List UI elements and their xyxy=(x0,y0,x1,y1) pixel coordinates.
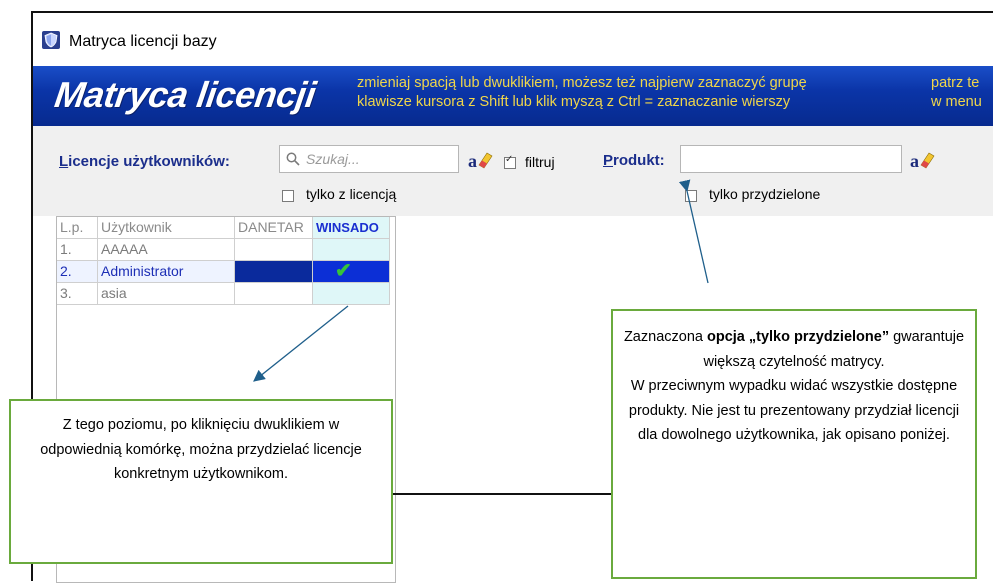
product-label-text: rodukt: xyxy=(613,152,665,169)
svg-text:a: a xyxy=(468,151,477,171)
hint-right-2: w menu xyxy=(931,94,982,110)
license-cell-winsado[interactable] xyxy=(313,283,390,305)
only-assigned-checkbox[interactable] xyxy=(685,190,697,202)
svg-text:a: a xyxy=(910,151,919,171)
callout-only-assigned-pre: Zaznaczona xyxy=(623,329,707,345)
window-title: Matryca licencji bazy xyxy=(69,33,217,50)
window-divider-line xyxy=(393,493,611,495)
license-cell-winsado[interactable]: ✔ xyxy=(313,261,390,283)
license-cell-danetar[interactable] xyxy=(235,239,313,261)
filter-label: filtruj xyxy=(525,154,555,170)
callout-only-assigned-bold: opcja „tylko przydzielone” xyxy=(706,329,890,345)
hint-right-1: patrz te xyxy=(931,75,980,91)
product-label-accesskey: P xyxy=(603,152,614,169)
search-placeholder: Szukaj... xyxy=(306,151,360,167)
licenses-label: Licencje użytkowników: xyxy=(59,153,230,170)
row-user[interactable]: AAAAA xyxy=(98,239,235,261)
row-user[interactable]: asia xyxy=(98,283,235,305)
license-cell-danetar[interactable] xyxy=(235,283,313,305)
hint-line-2: klawisze kursora z Shift lub klik myszą … xyxy=(357,94,791,110)
column-header-danetar[interactable]: DANETAR xyxy=(235,217,313,239)
only-assigned-label: tylko przydzielone xyxy=(709,186,821,202)
licenses-label-accesskey: L xyxy=(59,153,69,170)
row-lp[interactable]: 3. xyxy=(57,283,98,305)
filter-toolbar: Licencje użytkowników: Szukaj... a ✓ fil… xyxy=(33,126,993,216)
filter-checkmark-icon: ✓ xyxy=(505,154,514,165)
licenses-label-text: icencje użytkowników: xyxy=(68,153,230,170)
column-header-lp[interactable]: L.p. xyxy=(57,217,98,239)
row-lp[interactable]: 1. xyxy=(57,239,98,261)
product-label: Produkt: xyxy=(603,152,665,169)
row-lp[interactable]: 2. xyxy=(57,261,98,283)
column-header-winsado[interactable]: WINSADO xyxy=(313,217,390,239)
callout-matrix-hint: Z tego poziomu, po kliknięciu dwuklikiem… xyxy=(9,399,393,564)
checkmark-icon: ✔ xyxy=(335,261,352,282)
search-icon xyxy=(286,152,300,166)
clear-search-eraser-icon[interactable]: a xyxy=(467,147,493,173)
hint-line-1: zmieniaj spacją lub dwuklikiem, możesz t… xyxy=(357,75,807,91)
shield-icon xyxy=(42,31,60,49)
title-bar: Matryca licencji bazy xyxy=(33,13,993,65)
header-banner: Matryca licencji zmieniaj spacją lub dwu… xyxy=(33,66,993,126)
callout-only-assigned-post2: W przeciwnym wypadku widać wszystkie dos… xyxy=(628,378,960,443)
clear-product-eraser-icon[interactable]: a xyxy=(909,147,935,173)
column-header-user[interactable]: Użytkownik xyxy=(98,217,235,239)
only-licensed-label: tylko z licencją xyxy=(306,186,397,202)
callout-only-assigned: Zaznaczona opcja „tylko przydzielone” gw… xyxy=(611,309,977,579)
user-search-input[interactable]: Szukaj... xyxy=(279,145,459,173)
only-licensed-checkbox[interactable] xyxy=(282,190,294,202)
product-input[interactable] xyxy=(680,145,902,173)
row-user[interactable]: Administrator xyxy=(98,261,235,283)
license-cell-winsado[interactable] xyxy=(313,239,390,261)
license-cell-danetar[interactable] xyxy=(235,261,313,283)
callout-matrix-text: Z tego poziomu, po kliknięciu dwuklikiem… xyxy=(40,417,362,482)
banner-title: Matryca licencji xyxy=(52,74,319,115)
